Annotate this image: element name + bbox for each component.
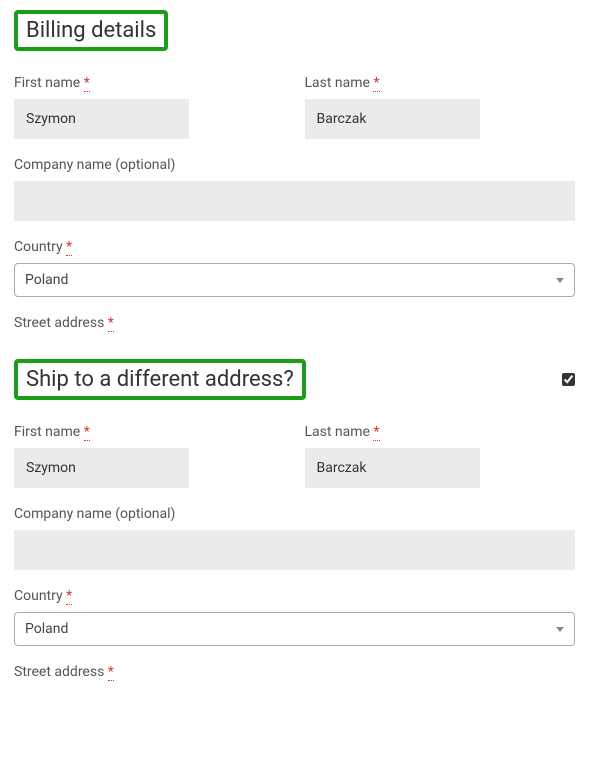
shipping-company-input[interactable]: [14, 530, 575, 570]
billing-last-name-field: Last name *: [305, 75, 576, 139]
billing-company-label: Company name (optional): [14, 157, 575, 173]
billing-country-field: Country * Poland: [14, 239, 575, 297]
required-mark: *: [84, 75, 90, 92]
chevron-down-icon: [556, 627, 564, 632]
label-text: Last name: [305, 75, 370, 91]
billing-last-name-input[interactable]: [305, 99, 480, 139]
shipping-company-label: Company name (optional): [14, 506, 575, 522]
shipping-country-field: Country * Poland: [14, 588, 575, 646]
label-text: Last name: [305, 424, 370, 440]
billing-first-name-input[interactable]: [14, 99, 189, 139]
chevron-down-icon: [556, 278, 564, 283]
label-text: Country: [14, 239, 63, 255]
ship-different-checkbox[interactable]: [562, 373, 575, 386]
billing-company-input[interactable]: [14, 181, 575, 221]
billing-street-field: Street address *: [14, 315, 575, 331]
shipping-heading-row: Ship to a different address?: [14, 359, 575, 400]
billing-heading: Billing details: [14, 10, 168, 51]
required-mark: *: [66, 239, 72, 256]
required-mark: *: [108, 664, 114, 681]
label-text: Street address: [14, 315, 104, 331]
shipping-company-field: Company name (optional): [14, 506, 575, 570]
shipping-last-name-input[interactable]: [305, 448, 480, 488]
shipping-street-label: Street address *: [14, 664, 575, 680]
required-mark: *: [66, 588, 72, 605]
shipping-country-select[interactable]: Poland: [14, 612, 575, 646]
shipping-last-name-label: Last name *: [305, 424, 576, 440]
label-text: First name: [14, 424, 80, 440]
shipping-first-name-input[interactable]: [14, 448, 189, 488]
billing-first-name-field: First name *: [14, 75, 285, 139]
shipping-first-name-field: First name *: [14, 424, 285, 488]
label-text: First name: [14, 75, 80, 91]
billing-country-label: Country *: [14, 239, 575, 255]
billing-first-name-label: First name *: [14, 75, 285, 91]
billing-name-row: First name * Last name *: [14, 75, 575, 139]
shipping-country-value: Poland: [25, 621, 68, 637]
required-mark: *: [373, 75, 379, 92]
required-mark: *: [373, 424, 379, 441]
label-text: Country: [14, 588, 63, 604]
billing-country-select[interactable]: Poland: [14, 263, 575, 297]
billing-last-name-label: Last name *: [305, 75, 576, 91]
required-mark: *: [108, 315, 114, 332]
billing-company-field: Company name (optional): [14, 157, 575, 221]
shipping-heading: Ship to a different address?: [14, 359, 306, 400]
shipping-first-name-label: First name *: [14, 424, 285, 440]
shipping-name-row: First name * Last name *: [14, 424, 575, 488]
billing-country-value: Poland: [25, 272, 68, 288]
billing-street-label: Street address *: [14, 315, 575, 331]
label-text: Street address: [14, 664, 104, 680]
required-mark: *: [84, 424, 90, 441]
shipping-country-label: Country *: [14, 588, 575, 604]
shipping-street-field: Street address *: [14, 664, 575, 680]
billing-section: Billing details First name * Last name *…: [14, 10, 575, 331]
shipping-section: Ship to a different address? First name …: [14, 359, 575, 680]
shipping-last-name-field: Last name *: [305, 424, 576, 488]
